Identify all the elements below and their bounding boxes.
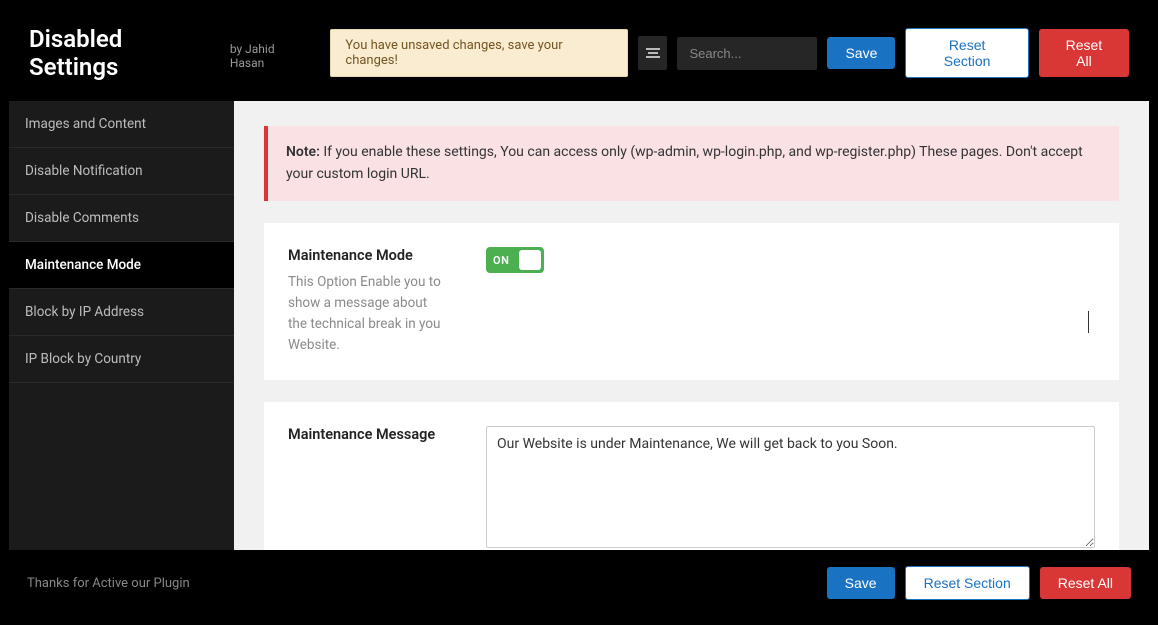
sidebar-item-block-by-ip[interactable]: Block by IP Address (9, 289, 234, 336)
reset-all-button[interactable]: Reset All (1039, 29, 1129, 77)
expand-toggle-button[interactable] (638, 36, 667, 70)
sidebar-item-ip-block-country[interactable]: IP Block by Country (9, 336, 234, 383)
maintenance-mode-label: Maintenance Mode (288, 247, 446, 264)
sidebar-item-disable-notification[interactable]: Disable Notification (9, 148, 234, 195)
sidebar-item-maintenance-mode[interactable]: Maintenance Mode (9, 242, 234, 289)
app-window: Disabled Settings by Jahid Hasan You hav… (0, 0, 1158, 625)
footer-save-button[interactable]: Save (827, 567, 895, 599)
save-button[interactable]: Save (827, 37, 895, 69)
maintenance-message-label: Maintenance Message (288, 426, 446, 443)
footer-thanks-text: Thanks for Active our Plugin (27, 576, 190, 591)
sidebar-item-label: Disable Comments (25, 210, 139, 226)
maintenance-mode-description: This Option Enable you to show a message… (288, 272, 446, 356)
unsaved-changes-banner: You have unsaved changes, save your chan… (330, 29, 628, 77)
sidebar-item-images-content[interactable]: Images and Content (9, 101, 234, 148)
note-text: If you enable these settings, You can ac… (286, 144, 1083, 182)
author-byline: by Jahid Hasan (230, 42, 311, 70)
sidebar-item-disable-comments[interactable]: Disable Comments (9, 195, 234, 242)
toggle-knob (519, 250, 541, 270)
maintenance-message-textarea[interactable] (486, 426, 1095, 548)
main-content: Note: If you enable these settings, You … (234, 101, 1149, 550)
expand-icon (646, 46, 660, 60)
search-input[interactable] (677, 37, 817, 70)
page-title: Disabled Settings (29, 25, 214, 81)
body: Images and Content Disable Notification … (9, 101, 1149, 550)
sidebar: Images and Content Disable Notification … (9, 101, 234, 550)
sidebar-item-label: Maintenance Mode (25, 257, 141, 273)
header-bar: Disabled Settings by Jahid Hasan You hav… (9, 9, 1149, 101)
toggle-on-label: ON (486, 254, 509, 267)
sidebar-item-label: Block by IP Address (25, 304, 144, 320)
text-cursor (1088, 311, 1089, 333)
footer-reset-all-button[interactable]: Reset All (1040, 567, 1131, 599)
maintenance-mode-toggle[interactable]: ON (486, 247, 544, 273)
sidebar-item-label: IP Block by Country (25, 351, 141, 367)
note-banner: Note: If you enable these settings, You … (264, 126, 1119, 201)
footer-reset-section-button[interactable]: Reset Section (905, 566, 1030, 600)
sidebar-item-label: Images and Content (25, 116, 146, 132)
footer-bar: Thanks for Active our Plugin Save Reset … (9, 550, 1149, 616)
maintenance-mode-panel: Maintenance Mode This Option Enable you … (264, 223, 1119, 380)
sidebar-item-label: Disable Notification (25, 163, 143, 179)
reset-section-button[interactable]: Reset Section (905, 28, 1028, 78)
note-label: Note: (286, 144, 320, 160)
maintenance-message-panel: Maintenance Message (264, 402, 1119, 550)
